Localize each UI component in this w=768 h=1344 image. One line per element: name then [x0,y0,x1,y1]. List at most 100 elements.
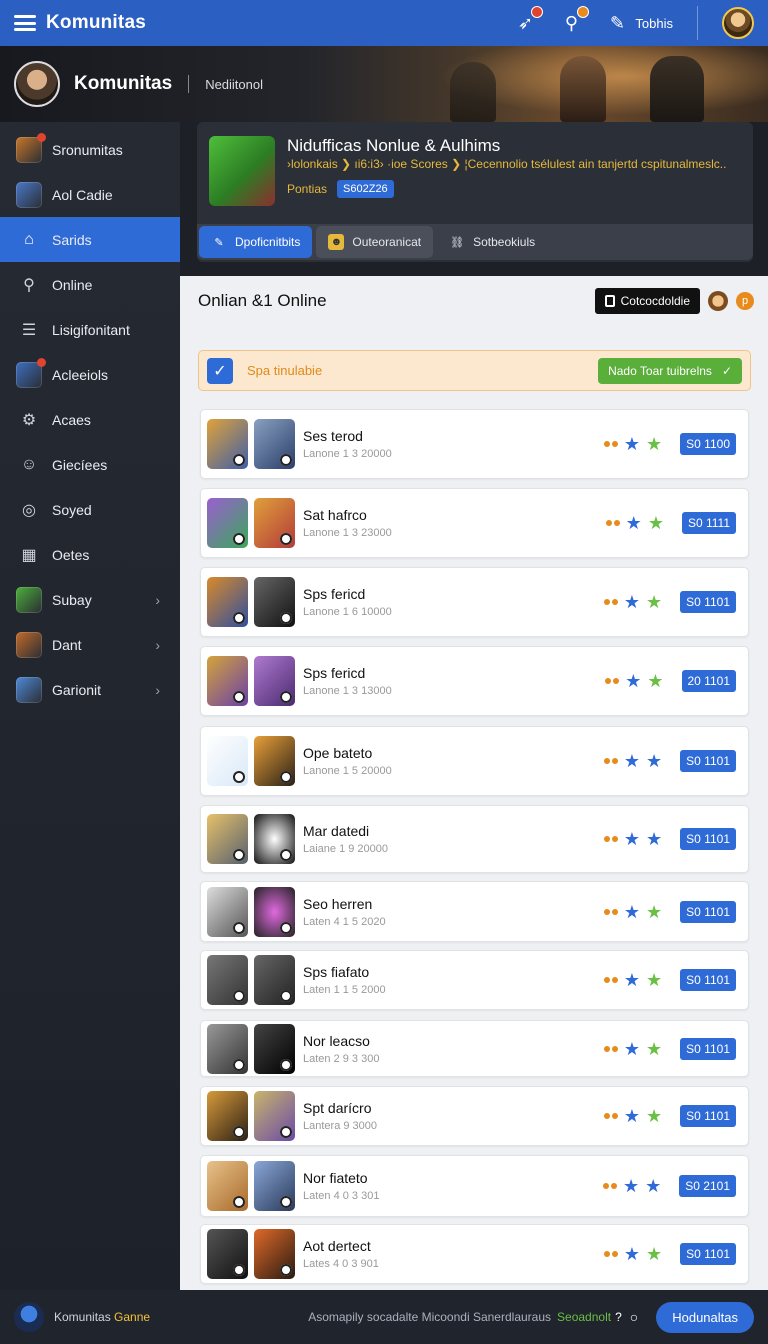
game-thumbnail[interactable] [207,1091,248,1141]
notifications-icon[interactable]: ➶ [513,6,544,35]
sidebar-item[interactable]: Dant › [0,622,180,667]
avatar[interactable] [708,291,728,311]
list-item[interactable]: Nor leacso Laten 2 9 3 300 ★ ★ S0 1101 [200,1020,749,1077]
more-icon[interactable] [603,441,618,447]
more-icon[interactable] [603,758,618,764]
status-badge[interactable]: S0 1101 [680,591,736,613]
player-thumbnail[interactable] [254,419,295,469]
star-icon[interactable]: ★ [647,672,663,690]
list-item[interactable]: Nor fiateto Laten 4 0 3 301 ★ ★ S0 2101 [200,1155,749,1217]
player-thumbnail[interactable] [254,886,295,937]
menu-icon[interactable] [14,15,36,31]
status-badge[interactable]: S0 1100 [680,433,736,455]
sidebar-item[interactable]: ▦ Oetes [0,532,180,577]
game-thumbnail[interactable] [207,736,248,786]
sidebar-item[interactable]: Garionit › [0,667,180,712]
list-item[interactable]: Ope bateto Lanone 1 5 20000 ★ ★ S0 1101 [200,726,749,796]
star-icon[interactable]: ★ [646,1245,662,1263]
player-thumbnail[interactable] [254,1229,295,1279]
sidebar-item[interactable]: ◎ Soyed [0,487,180,532]
list-item[interactable]: Sps fericd Lanone 1 6 10000 ★ ★ S0 1101 [200,567,749,637]
game-thumbnail[interactable] [207,577,248,627]
more-icon[interactable] [603,1183,617,1189]
sidebar-item[interactable]: ⚲ Online [0,262,180,307]
sidebar-item[interactable]: Acleeiols [0,352,180,397]
game-thumbnail[interactable] [207,814,248,864]
list-item[interactable]: Sps fericd Lanone 1 3 13000 ★ ★ 20 1101 [200,646,749,716]
game-thumbnail[interactable] [207,1023,248,1074]
profile-avatar[interactable] [14,61,60,107]
star-icon[interactable]: ★ [624,1107,640,1125]
star-icon[interactable]: ★ [624,830,640,848]
list-item[interactable]: Ses terod Lanone 1 3 20000 ★ ★ S0 1100 [200,409,749,479]
star-icon[interactable]: ★ [624,435,640,453]
list-item[interactable]: Spt darícro Lantera 9 3000 ★ ★ S0 1101 [200,1086,749,1146]
more-icon[interactable] [603,836,618,842]
star-icon[interactable]: ★ [624,752,640,770]
more-icon[interactable] [603,1113,618,1119]
player-thumbnail[interactable] [254,1023,295,1074]
avatar[interactable] [722,7,754,39]
more-icon[interactable] [603,1251,618,1257]
sidebar-item[interactable]: ☺ Giecíees [0,442,180,487]
star-icon[interactable]: ★ [646,1107,662,1125]
player-thumbnail[interactable] [254,955,295,1005]
more-icon[interactable] [605,520,620,526]
star-icon[interactable]: ★ [646,1040,662,1058]
notice-button[interactable]: Nado Toar tuibrelns ✓ [598,357,742,384]
status-badge[interactable]: S0 1101 [680,969,736,991]
star-icon[interactable]: ★ [624,903,640,921]
sidebar-item[interactable]: Sronumitas [0,127,180,172]
star-icon[interactable]: ★ [648,514,664,532]
sidebar-item[interactable]: Aol Cadie [0,172,180,217]
checkbox[interactable]: ✓ [207,357,233,384]
star-icon[interactable]: ★ [624,1040,640,1058]
filter-button[interactable]: Cotcocdoldie [594,288,700,314]
game-cover[interactable] [209,136,275,206]
footer-button[interactable]: Hodunaltas [656,1301,754,1333]
list-item[interactable]: Sps fiafato Laten 1 1 5 2000 ★ ★ S0 1101 [200,950,749,1010]
game-thumbnail[interactable] [207,1229,248,1279]
status-badge[interactable]: S0 1101 [680,828,736,850]
user-menu[interactable]: ✎ Tobhis [605,11,673,35]
tab-discussion[interactable]: ☻ Outeoranicat [316,226,434,258]
star-icon[interactable]: ★ [646,903,662,921]
more-icon[interactable] [603,1045,618,1052]
more-icon[interactable] [605,678,620,684]
status-badge[interactable]: S0 1101 [680,1105,736,1127]
footer-link[interactable]: Seoadnolt [557,1310,611,1324]
star-icon[interactable]: ★ [623,1177,639,1195]
sidebar-item[interactable]: ⌂ Sarids [0,217,180,262]
status-badge[interactable]: S0 1101 [680,750,736,772]
player-thumbnail[interactable] [254,736,295,786]
star-icon[interactable]: ★ [626,514,642,532]
game-thumbnail[interactable] [207,886,248,937]
sidebar-item[interactable]: Subay › [0,577,180,622]
star-icon[interactable]: ★ [646,435,662,453]
player-thumbnail[interactable] [254,656,295,706]
status-badge[interactable]: S0 2101 [679,1175,736,1197]
star-icon[interactable]: ★ [645,1177,661,1195]
player-thumbnail[interactable] [254,498,295,548]
player-thumbnail[interactable] [254,577,295,627]
sidebar-item[interactable]: ☰ Lisigifonitant [0,307,180,352]
alert-icon[interactable]: p [736,292,754,310]
search-icon[interactable]: ⚲ [559,6,590,35]
game-thumbnail[interactable] [207,955,248,1005]
player-thumbnail[interactable] [254,814,295,864]
game-thumbnail[interactable] [207,419,248,469]
status-badge[interactable]: S0 1111 [681,512,736,534]
star-icon[interactable]: ★ [624,971,640,989]
game-thumbnail[interactable] [207,498,248,548]
status-badge[interactable]: S0 1101 [680,900,736,923]
star-icon[interactable]: ★ [646,830,662,848]
more-icon[interactable] [603,908,618,915]
more-icon[interactable] [603,977,618,983]
star-icon[interactable]: ★ [625,672,641,690]
tab-links[interactable]: ⛓ Sotbeokiuls [437,226,547,258]
list-item[interactable]: Sat hafrco Lanone 1 3 23000 ★ ★ S0 1111 [200,488,749,558]
player-thumbnail[interactable] [254,1161,295,1211]
player-thumbnail[interactable] [254,1091,295,1141]
status-badge[interactable]: S0 1101 [680,1037,736,1060]
status-badge[interactable]: 20 1101 [681,670,736,692]
